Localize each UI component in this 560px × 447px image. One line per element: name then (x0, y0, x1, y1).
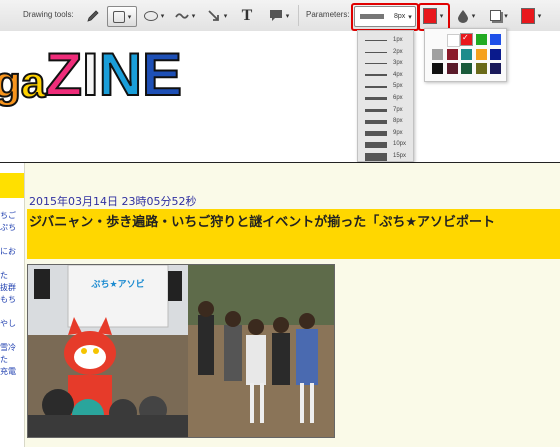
chevron-down-icon: ▾ (127, 12, 132, 21)
arrow-tool-button[interactable]: ▾ (205, 6, 229, 25)
line-width-preview (365, 141, 387, 148)
line-width-highlight (351, 3, 419, 31)
line-width-option[interactable]: 3px (358, 58, 413, 69)
fill-color-swatch (520, 7, 535, 24)
color-swatch[interactable] (446, 48, 458, 60)
line-width-preview (365, 108, 387, 112)
line-width-option[interactable]: 8px (358, 116, 413, 127)
line-width-preview (365, 40, 387, 41)
color-swatch[interactable] (490, 63, 501, 74)
logo-letter: Z (44, 41, 83, 108)
color-palette: ✓ (424, 28, 507, 82)
chevron-down-icon: ▾ (191, 11, 196, 20)
line-width-option[interactable]: 2px (358, 47, 413, 58)
line-width-preview (365, 130, 387, 136)
line-width-option[interactable]: 6px (358, 93, 413, 104)
line-width-preview (365, 74, 387, 77)
logo-letter: g (0, 58, 22, 107)
color-swatch[interactable] (432, 63, 443, 74)
color-swatch[interactable] (446, 34, 460, 47)
line-width-preview (365, 152, 387, 161)
speech-bubble-icon (269, 10, 282, 21)
toolbar-divider (298, 5, 299, 26)
event-photo-illustration: ぷち★アソビ (28, 265, 334, 437)
drop-icon (457, 9, 468, 23)
line-width-option[interactable]: 9px (358, 128, 413, 139)
color-swatch[interactable] (475, 63, 487, 74)
line-width-option-label: 2px (393, 48, 403, 55)
chevron-down-icon: ▾ (537, 11, 542, 20)
line-width-preview (365, 85, 387, 88)
color-swatch[interactable] (475, 34, 487, 45)
line-width-option-label: 8px (393, 118, 403, 125)
line-width-option[interactable]: 1px (358, 35, 413, 46)
stroke-color-highlight (418, 3, 450, 31)
chevron-down-icon: ▾ (223, 11, 228, 20)
line-width-option[interactable]: 10px (358, 139, 413, 150)
chevron-down-icon: ▾ (285, 11, 290, 20)
gigazine-logo[interactable]: g a Z I N E (0, 31, 182, 121)
arrow-icon (208, 9, 219, 21)
opacity-button[interactable]: ▾ (455, 6, 477, 25)
sidebar-highlight (0, 173, 24, 198)
line-width-option-label: 1px (393, 37, 403, 43)
line-width-option[interactable]: 5px (358, 81, 413, 92)
color-swatch[interactable] (446, 63, 458, 74)
line-width-option-label: 7px (393, 106, 403, 113)
left-sidebar: ちご ぷち にお た 抜群 もち やし 雪冷 た 充電 (0, 163, 25, 447)
line-width-option-label: 15px (393, 153, 407, 159)
text-icon: T (241, 6, 253, 24)
article-date: 2015年03月14日 23時05分52秒 (29, 195, 197, 208)
color-swatch[interactable] (461, 48, 472, 60)
article-title[interactable]: ジバニャン・歩き遍路・いちご狩りと謎イベントが揃った「ぷち★アソビポート (29, 211, 559, 235)
line-width-option-label: 5px (393, 83, 403, 90)
drawing-tools-label: Drawing tools: (23, 10, 74, 19)
line-width-option-label: 6px (393, 95, 403, 101)
line-width-option-label: 10px (393, 141, 407, 148)
line-width-option-label: 9px (393, 129, 403, 136)
text-tool-button[interactable]: T (236, 6, 258, 25)
comment-tool-button[interactable]: ▾ (266, 6, 292, 25)
line-width-preview (365, 63, 387, 65)
line-width-option[interactable]: 7px (358, 105, 413, 116)
curve-tool-button[interactable]: ▾ (173, 6, 197, 25)
rectangle-tool-button[interactable]: ▾ (107, 6, 137, 27)
color-swatch[interactable] (490, 48, 501, 60)
color-swatch[interactable] (461, 63, 472, 74)
fill-style-button[interactable]: ▾ (487, 6, 511, 25)
color-swatch[interactable] (475, 48, 487, 60)
chevron-down-icon: ▾ (471, 11, 476, 20)
line-width-preview (365, 51, 387, 53)
ellipse-tool-button[interactable]: ▾ (142, 6, 166, 25)
booth-sign-text: ぷち★アソビ (90, 278, 144, 290)
article-photo[interactable]: ぷち★アソビ (27, 264, 335, 438)
line-width-option-label: 3px (393, 60, 403, 67)
line-width-option[interactable]: 4px (358, 70, 413, 81)
color-swatch[interactable] (490, 34, 501, 45)
color-swatch[interactable]: ✓ (461, 33, 472, 45)
rectangle-icon (112, 10, 125, 23)
parameters-label: Parameters: (306, 10, 350, 19)
line-width-menu: 1px 2px 3px 4px 5px 6px 7px 8px 9px 10px 15px (357, 30, 414, 162)
sidebar-link-list[interactable]: ちご ぷち にお た 抜群 もち やし 雪冷 た 充電 (0, 210, 20, 378)
line-width-preview (365, 97, 387, 100)
line-width-option[interactable]: 15px (358, 151, 413, 162)
shadow-box-icon (490, 10, 502, 21)
line-width-option-label: 4px (393, 71, 403, 78)
logo-letter: a (20, 58, 47, 107)
chevron-down-icon: ▾ (160, 11, 165, 20)
fill-color-button[interactable]: ▾ (519, 6, 543, 25)
pencil-icon (87, 9, 99, 22)
logo-letter: N (98, 41, 143, 108)
chevron-down-icon: ▾ (504, 11, 508, 20)
color-swatch[interactable] (432, 48, 443, 60)
curve-icon (174, 12, 189, 19)
ellipse-icon (143, 10, 158, 21)
pencil-tool-button[interactable] (84, 6, 102, 25)
check-icon: ✓ (462, 33, 469, 42)
logo-letter: E (141, 41, 183, 108)
logo-letter: I (81, 41, 100, 108)
line-width-preview (365, 119, 387, 124)
